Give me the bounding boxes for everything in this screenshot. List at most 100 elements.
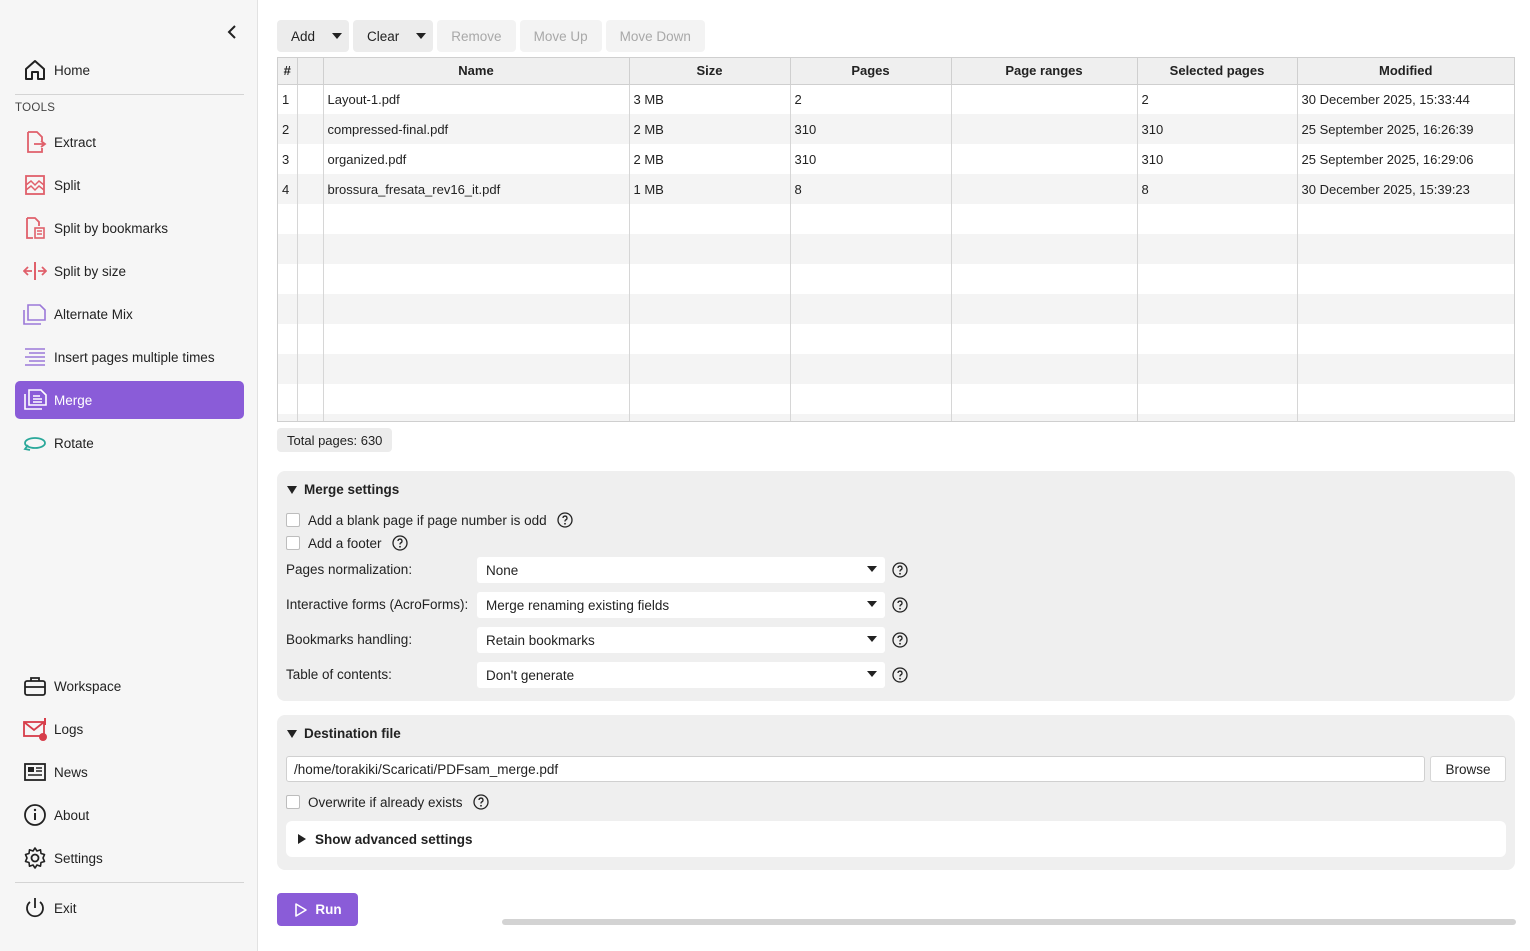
divider	[15, 882, 244, 883]
chevron-down-icon[interactable]	[325, 20, 349, 52]
clear-button[interactable]: Clear	[353, 20, 434, 52]
destination-toggle[interactable]: Destination file	[287, 726, 401, 741]
add-button-label: Add	[291, 28, 316, 44]
sidebar-item-insert-pages[interactable]: Insert pages multiple times	[15, 338, 244, 376]
sidebar-item-home[interactable]: Home	[15, 51, 244, 89]
blank-page-checkbox[interactable]	[286, 513, 300, 527]
help-icon[interactable]	[891, 596, 909, 614]
move-up-button[interactable]: Move Up	[519, 20, 602, 52]
sidebar-item-split[interactable]: Split	[15, 166, 244, 204]
help-icon[interactable]	[557, 512, 573, 528]
table-row[interactable]: 3 organized.pdf 2 MB 310 310 25 Septembe…	[278, 144, 1514, 174]
sidebar-item-label: Split by bookmarks	[54, 220, 169, 236]
sidebar-item-workspace[interactable]: Workspace	[15, 667, 244, 705]
collapse-sidebar-button[interactable]	[222, 22, 242, 42]
cell-name: organized.pdf	[323, 144, 630, 174]
footer-checkbox[interactable]	[286, 536, 300, 550]
sidebar-item-exit[interactable]: Exit	[15, 889, 244, 927]
chevron-down-icon	[867, 566, 877, 572]
help-icon[interactable]	[891, 631, 909, 649]
cell-page-ranges[interactable]	[951, 144, 1138, 174]
cell-modified: 25 September 2025, 16:26:39	[1297, 114, 1514, 144]
sidebar-item-label: Rotate	[54, 435, 94, 451]
column-header-page-ranges[interactable]: Page ranges	[951, 58, 1138, 85]
split-icon	[21, 171, 49, 199]
cell-modified: 25 September 2025, 16:29:06	[1301, 151, 1474, 167]
sidebar-item-extract[interactable]: Extract	[15, 123, 244, 161]
sidebar-item-split-by-size[interactable]: Split by size	[15, 252, 244, 290]
split-size-icon	[21, 257, 49, 285]
column-header-status[interactable]	[297, 58, 324, 85]
column-header-modified[interactable]: Modified	[1297, 58, 1514, 85]
cell-name: Layout-1.pdf	[323, 84, 630, 114]
cell-name: brossura_fresata_rev16_it.pdf	[323, 174, 630, 204]
insert-pages-icon	[21, 343, 49, 371]
cell-pages: 310	[790, 114, 952, 144]
toolbar: Add Clear Remove Move Up Move Down	[277, 20, 705, 52]
clear-button-label: Clear	[367, 28, 400, 44]
help-icon[interactable]	[391, 535, 408, 551]
cell-index: 1	[278, 84, 298, 114]
sidebar-item-about[interactable]: About	[15, 796, 244, 834]
overwrite-checkbox[interactable]	[286, 795, 300, 809]
column-header-index[interactable]: #	[278, 58, 298, 85]
forms-select[interactable]: Merge renaming existing fields	[477, 592, 885, 618]
column-header-selected-pages[interactable]: Selected pages	[1137, 58, 1298, 85]
sidebar-item-rotate[interactable]: Rotate	[15, 424, 244, 462]
table-row[interactable]: 1 Layout-1.pdf 3 MB 2 2 30 December 2025…	[278, 84, 1514, 114]
cell-page-ranges[interactable]	[951, 114, 1138, 144]
destination-path-input[interactable]	[286, 756, 1425, 782]
empty-row	[278, 354, 1514, 384]
sidebar-item-merge[interactable]: Merge	[15, 381, 244, 419]
sidebar: Home TOOLS Extract Split Split by bookma…	[0, 0, 258, 951]
move-down-button[interactable]: Move Down	[605, 20, 705, 52]
browse-button[interactable]: Browse	[1430, 756, 1506, 782]
remove-button[interactable]: Remove	[437, 20, 516, 52]
table-row[interactable]: 4 brossura_fresata_rev16_it.pdf 1 MB 8 8…	[278, 174, 1514, 204]
chevron-down-icon[interactable]	[409, 20, 433, 52]
cell-page-ranges[interactable]	[951, 84, 1138, 114]
chevron-down-icon	[867, 636, 877, 642]
total-pages-label: Total pages: 630	[277, 428, 393, 452]
cell-page-ranges[interactable]	[951, 174, 1138, 204]
help-icon[interactable]	[891, 561, 909, 579]
sidebar-item-label: Merge	[54, 392, 93, 408]
overwrite-option: Overwrite if already exists	[286, 794, 489, 810]
horizontal-scrollbar[interactable]	[502, 919, 1516, 925]
main-area: Add Clear Remove Move Up Move Down # Nam…	[259, 0, 1530, 951]
files-table[interactable]: # Name Size Pages Page ranges Selected p…	[277, 57, 1515, 422]
advanced-settings-toggle[interactable]: Show advanced settings	[286, 821, 1506, 857]
bookmarks-select[interactable]: Retain bookmarks	[477, 627, 885, 653]
help-icon[interactable]	[891, 666, 909, 684]
cell-selected-pages: 310	[1137, 144, 1298, 174]
sidebar-item-split-by-bookmarks[interactable]: Split by bookmarks	[15, 209, 244, 247]
column-header-name[interactable]: Name	[323, 58, 630, 85]
tools-section-label: TOOLS	[15, 102, 56, 114]
cell-pages: 310	[790, 144, 952, 174]
merge-settings-toggle[interactable]: Merge settings	[287, 482, 399, 497]
advanced-settings-label: Show advanced settings	[315, 831, 473, 847]
add-button[interactable]: Add	[277, 20, 350, 52]
sidebar-item-news[interactable]: News	[15, 753, 244, 791]
sidebar-item-label: Home	[54, 62, 91, 78]
run-button[interactable]: Run	[277, 893, 358, 926]
table-row[interactable]: 2 compressed-final.pdf 2 MB 310 310 25 S…	[278, 114, 1514, 144]
sidebar-item-label: News	[54, 764, 88, 780]
cell-status	[297, 84, 324, 114]
cell-selected-pages: 2	[1137, 84, 1298, 114]
column-header-size[interactable]: Size	[629, 58, 791, 85]
logs-icon	[21, 715, 49, 743]
toc-select[interactable]: Don't generate	[477, 662, 885, 688]
column-header-pages[interactable]: Pages	[790, 58, 952, 85]
sidebar-item-label: Settings	[54, 850, 103, 866]
empty-row	[278, 204, 1514, 234]
sidebar-item-settings[interactable]: Settings	[15, 839, 244, 877]
cell-name: compressed-final.pdf	[323, 114, 630, 144]
cell-index: 4	[278, 174, 298, 204]
sidebar-item-logs[interactable]: Logs	[15, 710, 244, 748]
cell-status	[297, 144, 324, 174]
help-icon[interactable]	[472, 794, 489, 810]
normalization-select[interactable]: None	[477, 557, 885, 583]
sidebar-item-label: Split by size	[54, 263, 127, 279]
sidebar-item-alternate-mix[interactable]: Alternate Mix	[15, 295, 244, 333]
